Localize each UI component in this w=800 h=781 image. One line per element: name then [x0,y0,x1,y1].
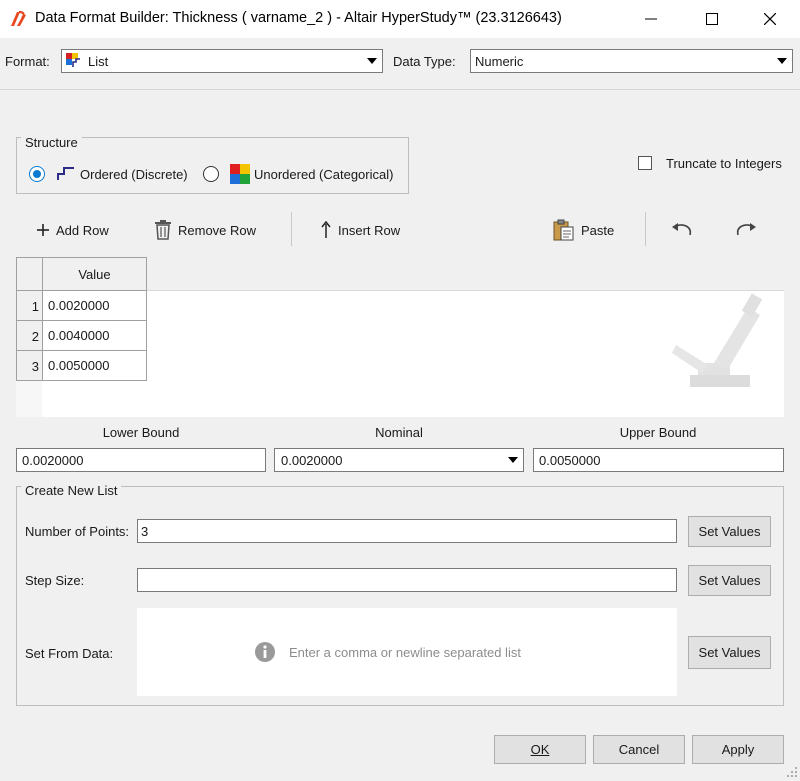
info-icon [254,641,276,663]
minimize-icon [645,18,657,20]
categorical-color-icon [230,164,250,184]
ok-label: OK [530,742,550,757]
format-label: Format: [5,54,50,69]
remove-row-button[interactable]: Remove Row [154,215,256,245]
unordered-label[interactable]: Unordered (Categorical) [254,167,393,182]
window-title: Data Format Builder: Thickness ( varname… [35,10,562,26]
close-icon [764,13,776,25]
resize-grip-icon[interactable] [786,766,798,778]
set-from-data-label: Set From Data: [25,646,114,661]
chevron-down-icon [362,50,382,72]
set-values-button[interactable]: Set Values [688,565,771,596]
redo-icon [736,223,756,236]
create-list-title: Create New List [21,483,122,498]
microscope-watermark-icon [668,289,768,395]
minimize-button[interactable] [628,0,674,38]
truncate-checkbox[interactable] [638,156,652,170]
format-value: List [88,54,109,69]
row-number[interactable]: 1 [16,290,43,321]
toolbar-separator [291,212,292,246]
nominal-dropdown[interactable]: 0.0020000 [274,448,524,472]
hyperstudy-logo-icon [8,9,28,29]
data-list-textarea[interactable]: Enter a comma or newline separated list [137,608,677,696]
maximize-button[interactable] [689,0,735,38]
divider [0,89,800,90]
data-list-placeholder: Enter a comma or newline separated list [289,645,521,660]
ordered-label[interactable]: Ordered (Discrete) [80,167,188,182]
step-size-label: Step Size: [25,573,85,588]
paste-button[interactable]: Paste [553,215,614,245]
truncate-label[interactable]: Truncate to Integers [666,156,782,171]
chevron-down-icon [503,449,523,471]
undo-button[interactable] [670,215,694,245]
table-cell[interactable]: 0.0020000 [42,290,147,321]
row-number[interactable]: 2 [16,320,43,351]
paste-label: Paste [581,222,615,238]
maximize-icon [706,13,718,25]
structure-title: Structure [21,135,82,150]
add-row-label: Add Row [56,222,109,238]
column-header-value[interactable]: Value [42,257,147,291]
toolbar-separator [645,212,646,246]
table-cell[interactable]: 0.0050000 [42,350,147,381]
trash-icon [155,220,171,240]
ordered-radio[interactable] [29,166,45,182]
list-format-icon [66,53,82,69]
nominal-value: 0.0020000 [281,453,343,468]
points-value: 3 [141,524,149,539]
apply-button[interactable]: Apply [692,735,784,764]
set-values-label: Set Values [698,573,761,588]
points-input[interactable]: 3 [137,519,677,543]
data-type-label: Data Type: [393,54,456,69]
lower-bound-input[interactable]: 0.0020000 [16,448,266,472]
format-dropdown[interactable]: List [61,49,383,73]
redo-button[interactable] [734,215,758,245]
ordered-step-icon [57,164,75,182]
set-values-button[interactable]: Set Values [688,516,771,547]
cancel-label: Cancel [618,742,660,757]
chevron-down-icon [772,50,792,72]
lower-bound-value: 0.0020000 [22,453,84,468]
plus-icon [37,224,49,236]
set-values-label: Set Values [698,645,761,660]
remove-row-label: Remove Row [178,222,257,238]
points-label: Number of Points: [25,524,130,539]
ok-button[interactable]: OK [494,735,586,764]
set-values-button[interactable]: Set Values [688,636,771,669]
column-header-label: Value [78,266,111,282]
undo-icon [672,223,692,236]
data-type-dropdown[interactable]: Numeric [470,49,793,73]
upper-bound-input[interactable]: 0.0050000 [533,448,784,472]
upper-bound-value: 0.0050000 [539,453,601,468]
close-button[interactable] [747,0,793,38]
add-row-button[interactable]: Add Row [36,215,109,245]
table-cell[interactable]: 0.0040000 [42,320,147,351]
upper-bound-label: Upper Bound [619,425,697,440]
unordered-radio[interactable] [203,166,219,182]
set-values-label: Set Values [698,524,761,539]
row-number[interactable]: 3 [16,350,43,381]
insert-row-label: Insert Row [338,222,401,238]
insert-row-button[interactable]: Insert Row [320,215,400,245]
step-size-input[interactable] [137,568,677,592]
nominal-label: Nominal [375,425,423,440]
arrow-up-icon [321,221,331,238]
data-type-value: Numeric [475,54,524,69]
apply-label: Apply [721,742,755,757]
values-table: Value 1 0.0020000 2 0.0040000 3 0.005000… [16,257,784,417]
lower-bound-label: Lower Bound [102,425,180,440]
cancel-button[interactable]: Cancel [593,735,685,764]
corner-cell[interactable] [16,257,43,291]
clipboard-icon [553,219,574,241]
